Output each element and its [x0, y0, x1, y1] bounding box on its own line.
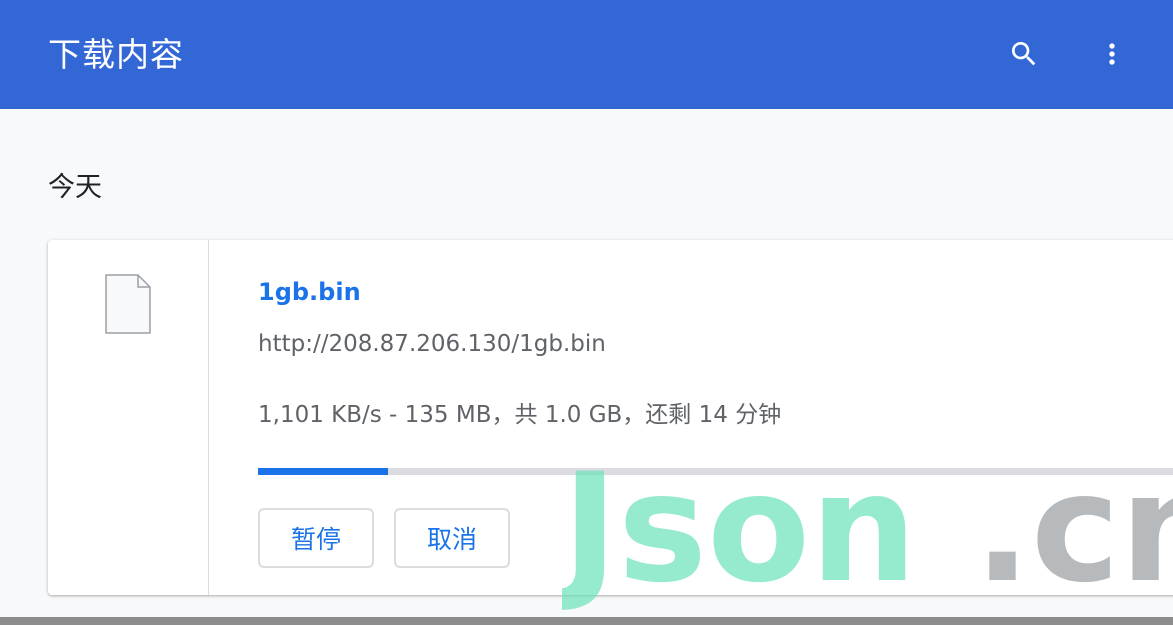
- watermark-text-json: Json: [562, 462, 917, 612]
- search-button[interactable]: [1000, 30, 1048, 78]
- download-progress-fill: [258, 468, 389, 475]
- more-vert-icon: [1109, 43, 1115, 65]
- page-title: 下载内容: [48, 35, 184, 74]
- bottom-edge-bar: [0, 617, 1173, 625]
- card-divider: [208, 240, 209, 595]
- file-url[interactable]: http://208.87.206.130/1gb.bin: [258, 328, 606, 360]
- file-name-link[interactable]: 1gb.bin: [258, 276, 361, 308]
- search-icon: [1012, 42, 1036, 66]
- download-status: 1,101 KB/s - 135 MB，共 1.0 GB，还剩 14 分钟: [258, 402, 782, 428]
- more-options-button[interactable]: [1088, 30, 1136, 78]
- watermark-text-cn: .cn: [974, 462, 1173, 612]
- file-icon: [105, 274, 151, 334]
- app-header: 下载内容: [0, 0, 1173, 109]
- watermark: Json .cn: [562, 462, 1173, 612]
- pause-button[interactable]: 暂停: [258, 508, 374, 568]
- cancel-button[interactable]: 取消: [394, 508, 510, 568]
- date-heading: 今天: [48, 172, 102, 203]
